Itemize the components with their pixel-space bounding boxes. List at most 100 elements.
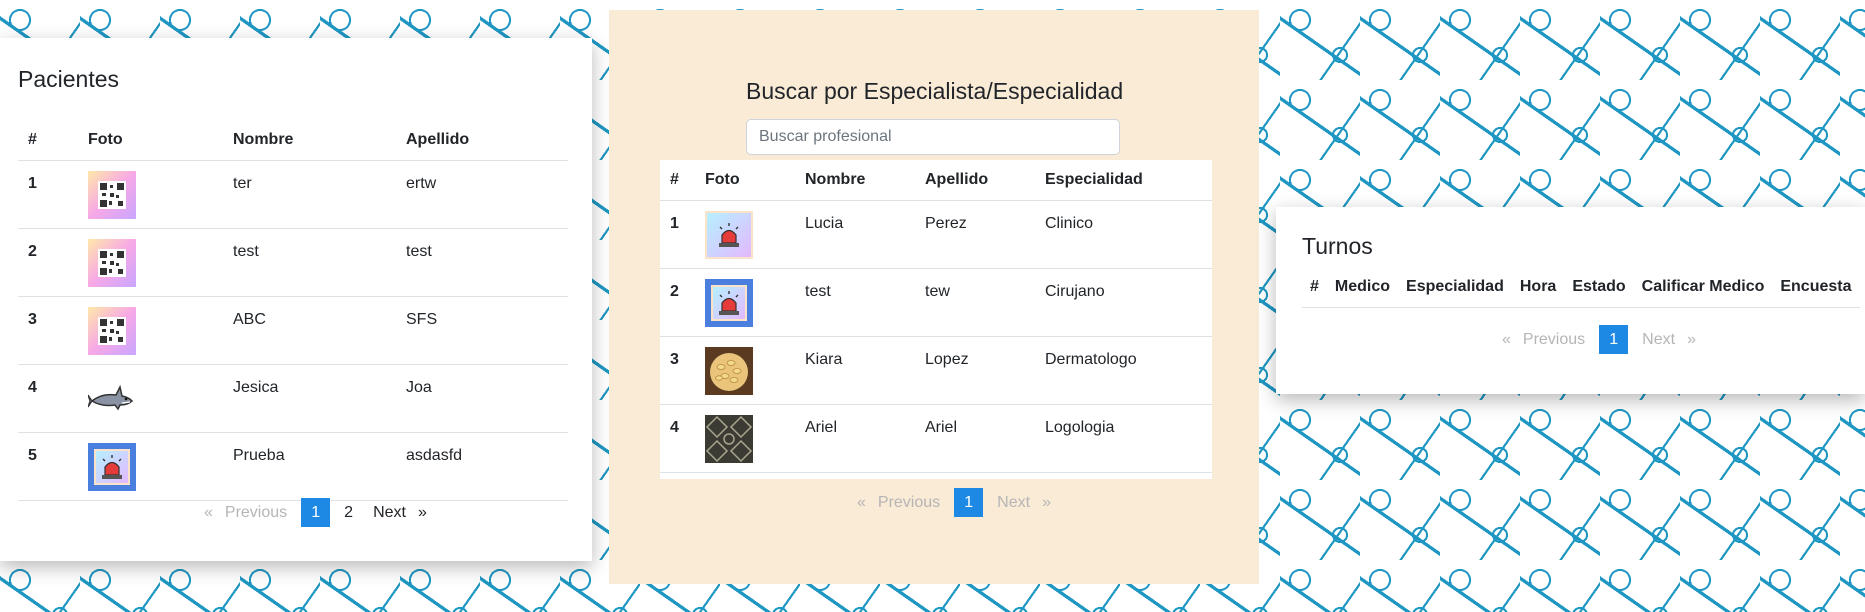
row-nombre: ter: [223, 160, 396, 229]
especialistas-table: # Foto Nombre Apellido Especialidad 1 Lu…: [660, 160, 1212, 473]
page-1-button[interactable]: 1: [954, 488, 984, 517]
table-row[interactable]: 3 ABC SFS: [18, 296, 568, 365]
table-row[interactable]: 5 Prueba asdasfd: [18, 432, 568, 501]
col-header-nombre: Nombre: [795, 160, 915, 201]
row-apellido: SFS: [396, 296, 568, 365]
row-especialidad: Logologia: [1035, 404, 1212, 473]
previous-button[interactable]: Previous: [219, 504, 293, 522]
especialistas-panel: Buscar por Especialista/Especialidad # F…: [609, 10, 1259, 584]
table-row[interactable]: 3 Kiara Lopez Dermatologo: [660, 336, 1212, 405]
col-header-especialidad: Especialidad: [1398, 267, 1512, 308]
row-nombre: Kiara: [795, 336, 915, 405]
table-row[interactable]: 2 test tew Cirujano: [660, 268, 1212, 337]
next-button[interactable]: Next: [991, 494, 1036, 512]
table-row[interactable]: 4 Ariel Ariel Logologia: [660, 404, 1212, 473]
page-1-button[interactable]: 1: [301, 498, 331, 527]
next-symbol: »: [1042, 493, 1051, 511]
col-header-num: #: [18, 120, 78, 161]
row-photo: [78, 364, 223, 433]
next-button[interactable]: Next: [367, 504, 412, 522]
col-header-apellido: Apellido: [396, 120, 568, 161]
siren-image: [705, 279, 753, 327]
row-number: 5: [18, 432, 78, 501]
row-apellido: Perez: [915, 200, 1035, 269]
row-number: 4: [18, 364, 78, 433]
row-photo: [695, 200, 795, 269]
turnos-table: # Medico Especialidad Hora Estado Califi…: [1302, 267, 1860, 308]
row-photo: [78, 160, 223, 229]
siren-image: [705, 211, 753, 259]
row-number: 1: [660, 200, 695, 269]
qr-code-image: [88, 239, 136, 287]
row-nombre: Lucia: [795, 200, 915, 269]
next-symbol: »: [1687, 330, 1696, 348]
col-header-calificar: Calificar Medico: [1633, 267, 1773, 308]
qr-code-image: [88, 307, 136, 355]
row-apellido: test: [396, 228, 568, 297]
pacientes-pagination: « Previous 1 2 Next »: [198, 498, 433, 527]
pacientes-title: Pacientes: [18, 66, 120, 92]
col-header-especialidad: Especialidad: [1035, 160, 1212, 201]
search-title: Buscar por Especialista/Especialidad: [746, 78, 1124, 104]
row-apellido: Lopez: [915, 336, 1035, 405]
page-2-button[interactable]: 2: [338, 504, 359, 522]
pattern-image: [705, 415, 753, 463]
row-nombre: Jesica: [223, 364, 396, 433]
row-photo: [78, 296, 223, 365]
prev-symbol: «: [857, 493, 866, 511]
row-especialidad: Dermatologo: [1035, 336, 1212, 405]
turnos-title: Turnos: [1302, 233, 1373, 259]
turnos-card: Turnos # Medico Especialidad Hora Estado…: [1276, 207, 1865, 394]
table-header-row: # Medico Especialidad Hora Estado Califi…: [1302, 267, 1860, 308]
row-nombre: test: [223, 228, 396, 297]
col-header-foto: Foto: [695, 160, 795, 201]
siren-image: [88, 443, 136, 491]
page-1-button[interactable]: 1: [1599, 325, 1629, 354]
row-photo: [695, 268, 795, 337]
row-photo: [78, 432, 223, 501]
row-apellido: tew: [915, 268, 1035, 337]
row-apellido: Ariel: [915, 404, 1035, 473]
qr-code-image: [88, 171, 136, 219]
prev-symbol: «: [204, 503, 213, 521]
row-nombre: Ariel: [795, 404, 915, 473]
table-row[interactable]: 2 test test: [18, 228, 568, 297]
col-header-medico: Medico: [1326, 267, 1399, 308]
col-header-hora: Hora: [1511, 267, 1565, 308]
table-row[interactable]: 1 ter ertw: [18, 160, 568, 229]
turnos-pagination: « Previous 1 Next »: [1496, 325, 1702, 354]
table-row[interactable]: 4 Jesica Joa: [18, 364, 568, 433]
table-row[interactable]: 1 Lucia Perez Clinico: [660, 200, 1212, 269]
previous-button[interactable]: Previous: [1517, 331, 1591, 349]
row-especialidad: Clinico: [1035, 200, 1212, 269]
row-apellido: asdasfd: [396, 432, 568, 501]
next-button[interactable]: Next: [1636, 331, 1681, 349]
shark-image: [88, 375, 136, 423]
col-header-num: #: [660, 160, 695, 201]
pasta-image: [705, 347, 753, 395]
row-photo: [695, 404, 795, 473]
row-number: 3: [660, 336, 695, 405]
col-header-apellido: Apellido: [915, 160, 1035, 201]
row-number: 1: [18, 160, 78, 229]
col-header-num: #: [1302, 267, 1327, 308]
row-apellido: Joa: [396, 364, 568, 433]
next-symbol: »: [417, 503, 427, 521]
row-nombre: ABC: [223, 296, 396, 365]
row-especialidad: Cirujano: [1035, 268, 1212, 337]
search-input[interactable]: [746, 119, 1120, 155]
col-header-encuesta: Encuesta: [1772, 267, 1860, 308]
pacientes-table: # Foto Nombre Apellido 1 ter ertw 2 test…: [18, 120, 568, 501]
row-photo: [78, 228, 223, 297]
row-photo: [695, 336, 795, 405]
pacientes-card: Pacientes # Foto Nombre Apellido 1 ter e…: [0, 38, 592, 561]
col-header-estado: Estado: [1564, 267, 1634, 308]
table-header-row: # Foto Nombre Apellido: [18, 120, 568, 161]
row-number: 3: [18, 296, 78, 365]
row-apellido: ertw: [396, 160, 568, 229]
row-number: 2: [660, 268, 695, 337]
previous-button[interactable]: Previous: [872, 494, 946, 512]
table-header-row: # Foto Nombre Apellido Especialidad: [660, 160, 1212, 201]
row-nombre: Prueba: [223, 432, 396, 501]
row-nombre: test: [795, 268, 915, 337]
